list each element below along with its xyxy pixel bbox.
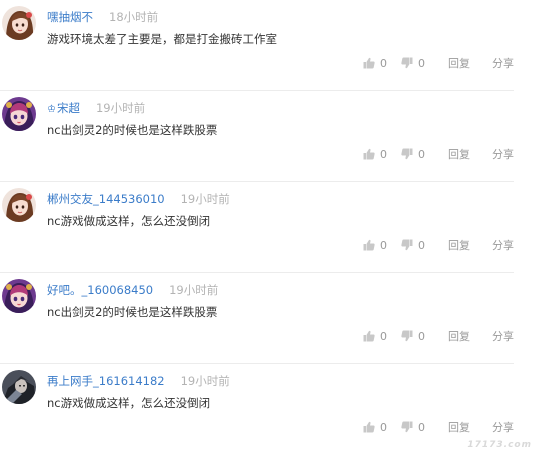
thumbs-up-icon bbox=[363, 57, 375, 69]
share-button[interactable]: 分享 bbox=[492, 328, 514, 344]
username[interactable]: 郴州交友_144536010 bbox=[47, 192, 165, 206]
dislike-count: 0 bbox=[418, 238, 425, 252]
avatar[interactable] bbox=[2, 279, 36, 313]
like-button[interactable]: 0 bbox=[363, 421, 387, 434]
thumbs-down-icon bbox=[401, 330, 413, 342]
dislike-count: 0 bbox=[418, 420, 425, 434]
thumbs-up-icon bbox=[363, 148, 375, 160]
comment-text: nc出剑灵2的时候也是这样跌股票 bbox=[47, 305, 218, 319]
comment-item: 嘿抽烟不 18小时前 游戏环境太差了主要是，都是打金搬砖工作室 0 0 回复 分享 bbox=[0, 0, 540, 91]
like-button[interactable]: 0 bbox=[363, 239, 387, 252]
dislike-button[interactable]: 0 bbox=[401, 330, 425, 343]
comment-header: 郴州交友_144536010 19小时前 bbox=[47, 191, 230, 207]
thumbs-down-icon bbox=[401, 148, 413, 160]
timestamp: 19小时前 bbox=[95, 101, 146, 115]
timestamp: 19小时前 bbox=[169, 283, 219, 297]
like-button[interactable]: 0 bbox=[363, 57, 387, 70]
username[interactable]: 好吧。_160068450 bbox=[47, 283, 153, 297]
reply-button[interactable]: 回复 bbox=[448, 328, 470, 344]
comment-item: 再上网手_161614182 19小时前 nc游戏做成这样，怎么还没倒闭 0 0 … bbox=[0, 364, 540, 452]
comment-header: ♔宋超 19小时前 bbox=[47, 100, 145, 116]
comment-text: nc游戏做成这样，怎么还没倒闭 bbox=[47, 396, 211, 410]
comment-item: ♔宋超 19小时前 nc出剑灵2的时候也是这样跌股票 0 0 回复 分享 bbox=[0, 91, 540, 182]
like-button[interactable]: 0 bbox=[363, 330, 387, 343]
like-count: 0 bbox=[380, 56, 387, 70]
reply-button[interactable]: 回复 bbox=[448, 146, 470, 162]
dislike-button[interactable]: 0 bbox=[401, 148, 425, 161]
username[interactable]: 嘿抽烟不 bbox=[47, 10, 93, 24]
dislike-button[interactable]: 0 bbox=[401, 421, 425, 434]
share-button[interactable]: 分享 bbox=[492, 146, 514, 162]
thumbs-up-icon bbox=[363, 330, 375, 342]
dislike-count: 0 bbox=[418, 329, 425, 343]
comment-header: 再上网手_161614182 19小时前 bbox=[47, 373, 230, 389]
avatar[interactable] bbox=[2, 188, 36, 222]
thumbs-up-icon bbox=[363, 421, 375, 433]
dislike-count: 0 bbox=[418, 56, 425, 70]
like-count: 0 bbox=[380, 147, 387, 161]
share-button[interactable]: 分享 bbox=[492, 237, 514, 253]
comment-text: nc游戏做成这样，怎么还没倒闭 bbox=[47, 214, 211, 228]
dislike-button[interactable]: 0 bbox=[401, 57, 425, 70]
avatar[interactable] bbox=[2, 6, 36, 40]
like-count: 0 bbox=[380, 329, 387, 343]
comment-text: nc出剑灵2的时候也是这样跌股票 bbox=[47, 123, 218, 137]
timestamp: 19小时前 bbox=[180, 374, 230, 388]
like-button[interactable]: 0 bbox=[363, 148, 387, 161]
like-count: 0 bbox=[380, 420, 387, 434]
username[interactable]: 宋超 bbox=[57, 101, 80, 115]
comment-actions: 0 0 回复 分享 bbox=[363, 55, 514, 71]
thumbs-down-icon bbox=[401, 57, 413, 69]
comment-item: 郴州交友_144536010 19小时前 nc游戏做成这样，怎么还没倒闭 0 0 … bbox=[0, 182, 540, 273]
comment-item: 好吧。_160068450 19小时前 nc出剑灵2的时候也是这样跌股票 0 0 … bbox=[0, 273, 540, 364]
dislike-count: 0 bbox=[418, 147, 425, 161]
comment-header: 嘿抽烟不 18小时前 bbox=[47, 9, 158, 25]
vip-crown-icon: ♔ bbox=[47, 104, 56, 115]
site-watermark: 17173.com bbox=[467, 440, 532, 450]
thumbs-down-icon bbox=[401, 421, 413, 433]
thumbs-up-icon bbox=[363, 239, 375, 251]
reply-button[interactable]: 回复 bbox=[448, 237, 470, 253]
avatar[interactable] bbox=[2, 370, 36, 404]
timestamp: 19小时前 bbox=[180, 192, 230, 206]
comment-actions: 0 0 回复 分享 bbox=[363, 146, 514, 162]
reply-button[interactable]: 回复 bbox=[448, 55, 470, 71]
share-button[interactable]: 分享 bbox=[492, 419, 514, 435]
like-count: 0 bbox=[380, 238, 387, 252]
comment-actions: 0 0 回复 分享 bbox=[363, 237, 514, 253]
avatar[interactable] bbox=[2, 97, 36, 131]
comment-header: 好吧。_160068450 19小时前 bbox=[47, 282, 218, 298]
share-button[interactable]: 分享 bbox=[492, 55, 514, 71]
timestamp: 18小时前 bbox=[109, 10, 159, 24]
reply-button[interactable]: 回复 bbox=[448, 419, 470, 435]
comment-text: 游戏环境太差了主要是，都是打金搬砖工作室 bbox=[47, 32, 277, 46]
dislike-button[interactable]: 0 bbox=[401, 239, 425, 252]
thumbs-down-icon bbox=[401, 239, 413, 251]
username[interactable]: 再上网手_161614182 bbox=[47, 374, 165, 388]
comment-actions: 0 0 回复 分享 bbox=[363, 419, 514, 435]
comment-actions: 0 0 回复 分享 bbox=[363, 328, 514, 344]
